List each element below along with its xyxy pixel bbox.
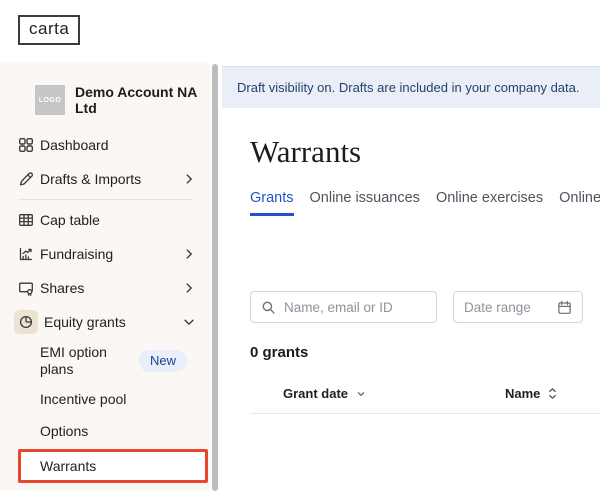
date-range-field[interactable] xyxy=(453,291,583,323)
chevron-right-icon xyxy=(182,172,196,186)
cap-table-icon xyxy=(18,212,34,228)
sidebar-item-label: Fundraising xyxy=(40,246,182,262)
account-logo-placeholder: LOGO xyxy=(35,85,65,115)
sidebar-subitem-label: Options xyxy=(40,423,88,439)
carta-logo[interactable]: carta xyxy=(18,15,80,45)
sidebar-item-shares[interactable]: Shares xyxy=(0,271,210,305)
page-title: Warrants xyxy=(250,134,361,170)
fundraising-chart-icon xyxy=(18,246,34,262)
account-switcher[interactable]: LOGO Demo Account NA Ltd xyxy=(35,84,210,116)
sidebar-item-label: Equity grants xyxy=(44,314,182,330)
sidebar-scrollbar[interactable] xyxy=(212,64,218,491)
main-content: Draft visibility on. Drafts are included… xyxy=(222,62,600,491)
grants-count: 0 grants xyxy=(250,344,308,361)
sidebar-subitem-warrants[interactable]: Warrants xyxy=(18,449,208,483)
sort-both-icon xyxy=(548,387,557,400)
sidebar-item-dashboard[interactable]: Dashboard xyxy=(0,128,210,162)
sidebar-item-label: Cap table xyxy=(40,212,196,228)
search-input[interactable] xyxy=(284,300,426,315)
sidebar-item-drafts-imports[interactable]: Drafts & Imports xyxy=(0,162,210,196)
sidebar-subitem-label: EMI option plans xyxy=(40,344,125,378)
chevron-down-icon xyxy=(182,315,196,329)
new-badge: New xyxy=(139,350,187,372)
column-header-name[interactable]: Name xyxy=(505,386,557,401)
sidebar-item-label: Dashboard xyxy=(40,137,196,153)
dashboard-grid-icon xyxy=(18,137,34,153)
top-header: carta xyxy=(0,0,600,62)
column-header-grant-date[interactable]: Grant date xyxy=(283,386,366,401)
sidebar: LOGO Demo Account NA Ltd Dashboard Draft… xyxy=(0,62,210,491)
tab-online-issuances[interactable]: Online issuances xyxy=(310,190,420,216)
sidebar-divider xyxy=(18,199,192,200)
sidebar-item-cap-table[interactable]: Cap table xyxy=(0,203,210,237)
sidebar-subitem-options[interactable]: Options xyxy=(0,415,210,447)
search-icon xyxy=(261,300,276,315)
pen-icon xyxy=(18,171,34,187)
date-range-input[interactable] xyxy=(464,300,551,315)
banner-text: Draft visibility on. Drafts are included… xyxy=(237,80,580,95)
tab-bar: Grants Online issuances Online exercises… xyxy=(250,190,600,216)
tab-online-exercises[interactable]: Online exercises xyxy=(436,190,543,216)
share-certificate-icon xyxy=(18,280,34,296)
sort-desc-icon xyxy=(356,389,366,399)
filter-row xyxy=(250,291,583,323)
sidebar-item-fundraising[interactable]: Fundraising xyxy=(0,237,210,271)
sidebar-item-label: Drafts & Imports xyxy=(40,171,182,187)
table-header-row: Grant date Name xyxy=(222,386,600,413)
account-name: Demo Account NA Ltd xyxy=(75,84,210,116)
chevron-right-icon xyxy=(182,247,196,261)
sidebar-subitem-emi-option-plans[interactable]: EMI option plans New xyxy=(0,339,210,383)
search-field[interactable] xyxy=(250,291,437,323)
calendar-icon xyxy=(557,300,572,315)
table-header-divider xyxy=(250,413,600,414)
pie-chart-icon xyxy=(14,310,38,334)
sidebar-subitem-incentive-pool[interactable]: Incentive pool xyxy=(0,383,210,415)
sidebar-item-label: Shares xyxy=(40,280,182,296)
sidebar-item-equity-grants[interactable]: Equity grants xyxy=(0,305,210,339)
tab-online-cutoff[interactable]: Online xyxy=(559,190,600,216)
sidebar-nav: Dashboard Drafts & Imports xyxy=(0,128,210,483)
tab-grants[interactable]: Grants xyxy=(250,190,294,216)
draft-visibility-banner: Draft visibility on. Drafts are included… xyxy=(222,66,600,108)
sidebar-subitem-label: Warrants xyxy=(40,458,96,474)
chevron-right-icon xyxy=(182,281,196,295)
sidebar-subitem-label: Incentive pool xyxy=(40,391,126,407)
